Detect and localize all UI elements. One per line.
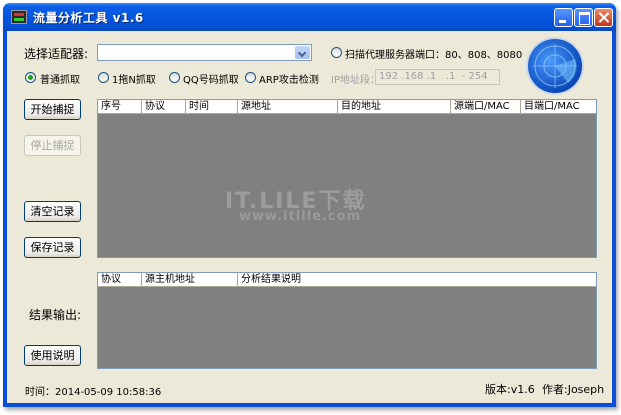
column-header[interactable]: 协议	[142, 100, 186, 114]
adapter-select[interactable]	[97, 44, 312, 61]
maximize-button[interactable]	[574, 8, 593, 27]
column-header[interactable]: 源地址	[238, 100, 338, 114]
column-header[interactable]: 协议	[98, 273, 142, 287]
column-header[interactable]: 序号	[98, 100, 142, 114]
column-header[interactable]: 源主机地址	[142, 273, 238, 287]
status-time: 时间：2014-05-09 10:58:36	[25, 387, 162, 398]
stop-capture-button[interactable]: 停止捕捉	[24, 135, 81, 156]
client-area: 选择适配器: 扫描代理服务器端口：80、808、8080 普通抓取 1拖N抓取 …	[7, 31, 612, 403]
title-bar[interactable]: 流量分析工具 v1.6	[3, 3, 616, 31]
mode-radio-arp[interactable]	[245, 72, 256, 83]
chevron-down-icon[interactable]	[295, 46, 310, 59]
status-author: 作者:Joseph	[542, 383, 605, 396]
column-header[interactable]: 分析结果说明	[238, 273, 596, 287]
column-header[interactable]: 目的地址	[338, 100, 451, 114]
ip-range-label: IP地址段：	[331, 75, 380, 86]
window-title: 流量分析工具 v1.6	[33, 11, 144, 25]
radar-icon	[528, 39, 582, 93]
result-output-label: 结果输出:	[29, 308, 82, 322]
mode-label-arp: ARP攻击检测	[259, 75, 319, 86]
scan-proxy-label: 扫描代理服务器端口：80、808、8080	[345, 50, 523, 61]
save-records-button[interactable]: 保存记录	[24, 237, 81, 258]
close-button[interactable]	[594, 8, 613, 27]
capture-table-header: 序号 协议 时间 源地址 目的地址 源端口/MAC 目端口/MAC	[98, 100, 596, 114]
help-button[interactable]: 使用说明	[24, 345, 81, 366]
mode-label-qq: QQ号码抓取	[183, 75, 239, 86]
column-header[interactable]: 时间	[186, 100, 238, 114]
result-table[interactable]: 协议 源主机地址 分析结果说明	[97, 272, 597, 369]
ip-range-input[interactable]: 192 .168 .1 .1 - 254	[375, 69, 500, 85]
watermark-url: www.itlile.com	[239, 209, 362, 224]
scan-proxy-radio[interactable]	[331, 47, 342, 58]
mode-radio-1toN[interactable]	[98, 72, 109, 83]
capture-table[interactable]: 序号 协议 时间 源地址 目的地址 源端口/MAC 目端口/MAC	[97, 99, 597, 258]
main-window: 流量分析工具 v1.6 选择适配器: 扫描代理服务器端口：80、808、8080…	[3, 3, 616, 407]
adapter-label: 选择适配器:	[24, 47, 89, 61]
result-table-header: 协议 源主机地址 分析结果说明	[98, 273, 596, 287]
app-icon	[11, 10, 27, 24]
mode-radio-normal[interactable]	[25, 72, 36, 83]
mode-label-normal: 普通抓取	[40, 75, 80, 86]
minimize-button[interactable]	[554, 8, 573, 27]
start-capture-button[interactable]: 开始捕捉	[24, 99, 81, 120]
column-header[interactable]: 源端口/MAC	[451, 100, 521, 114]
clear-records-button[interactable]: 清空记录	[24, 201, 81, 222]
mode-radio-qq[interactable]	[169, 72, 180, 83]
status-version: 版本:v1.6	[485, 383, 535, 396]
column-header[interactable]: 目端口/MAC	[521, 100, 596, 114]
mode-label-1toN: 1拖N抓取	[112, 75, 156, 86]
